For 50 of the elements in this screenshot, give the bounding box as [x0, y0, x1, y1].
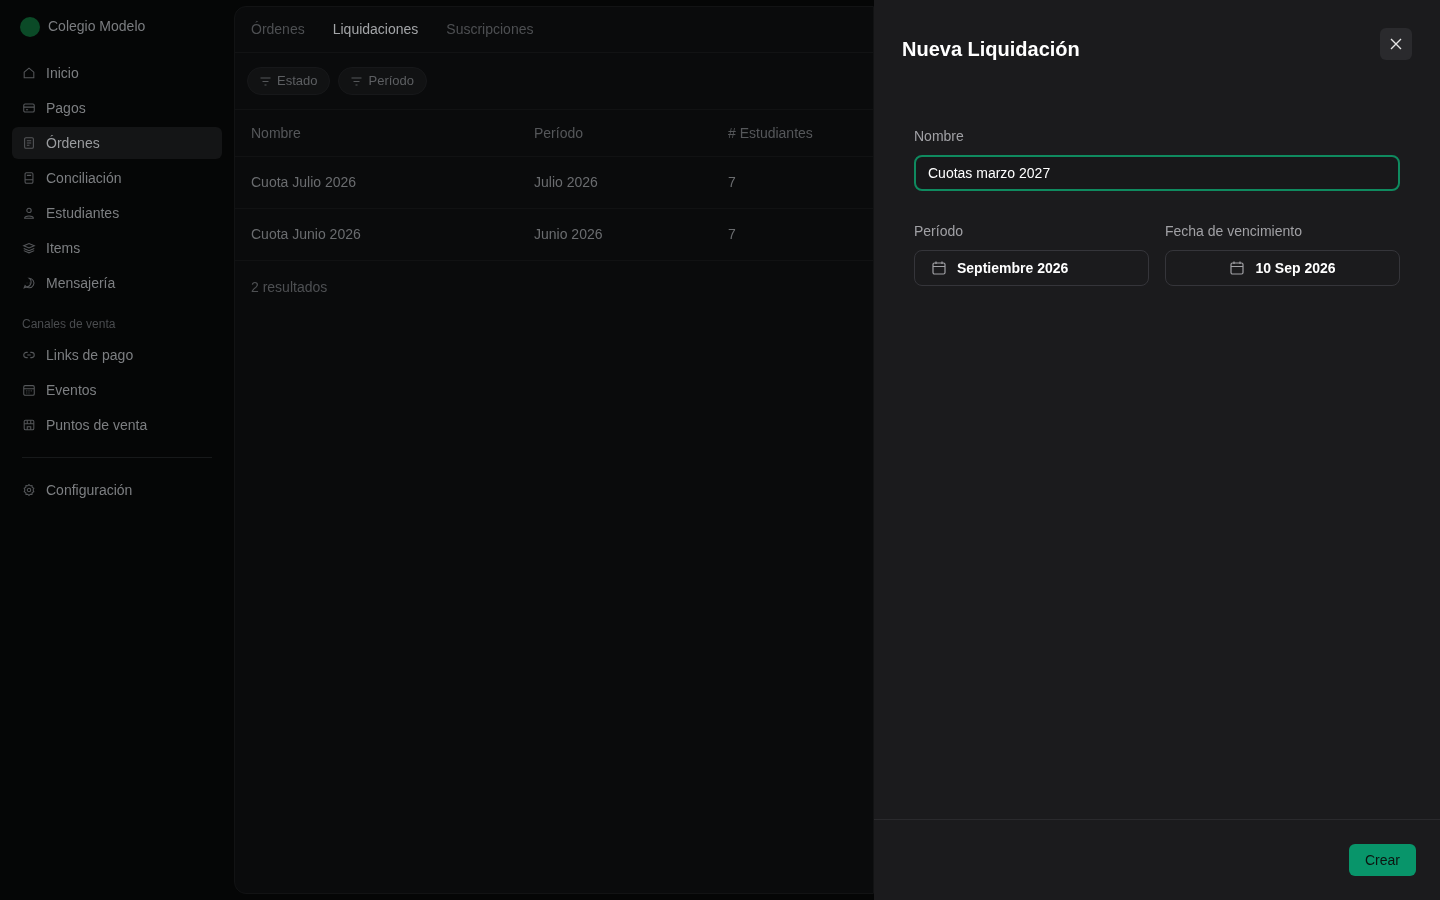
table-cell: 7	[728, 226, 736, 242]
filter-chip[interactable]: Período	[338, 67, 428, 95]
user-icon	[22, 206, 36, 220]
sidebar-item[interactable]: Items	[12, 232, 222, 264]
sidebar-item[interactable]: Inicio	[12, 57, 222, 89]
filter-icon	[351, 76, 363, 86]
calendar-icon	[1229, 260, 1246, 276]
calendar-icon	[931, 260, 947, 276]
sidebar-item[interactable]: Puntos de venta	[12, 409, 222, 441]
home-icon	[22, 66, 36, 80]
sidebar-item[interactable]: Configuración	[12, 474, 222, 506]
table-cell: Cuota Julio 2026	[251, 174, 357, 190]
table-cell: 7	[728, 174, 736, 190]
brand-name: Colegio Modelo	[48, 17, 146, 36]
result-count: 2 resultados	[250, 278, 329, 297]
period-picker[interactable]: Septiembre 2026	[914, 250, 1149, 286]
table-cell: Julio 2026	[534, 174, 598, 190]
document-icon	[22, 136, 36, 150]
column-header: Nombre	[251, 124, 301, 141]
store-icon	[22, 418, 36, 432]
sidebar-item[interactable]: Conciliación	[12, 162, 222, 194]
sidebar-item[interactable]: Pagos	[12, 92, 222, 124]
sidebar-item[interactable]: Eventos	[12, 374, 222, 406]
section-label: Canales de venta	[21, 316, 117, 333]
sidebar-item[interactable]: Mensajería	[12, 267, 222, 299]
column-header: # Estudiantes	[728, 124, 813, 141]
filter-icon	[260, 76, 271, 86]
field-label: Fecha de vencimiento	[1165, 222, 1303, 241]
receipt-icon	[22, 171, 36, 185]
close-button[interactable]	[1380, 28, 1412, 60]
date-picker[interactable]: 10 Sep 2026	[1165, 250, 1400, 286]
create-button[interactable]: Crear	[1349, 844, 1416, 876]
brand-logo-icon	[20, 16, 40, 37]
table-cell: Cuota Junio 2026	[251, 226, 361, 242]
calendar-icon	[22, 383, 36, 397]
field-label: Nombre	[914, 127, 965, 146]
close-icon	[1390, 38, 1402, 50]
dialog-title: Nueva Liquidación	[902, 37, 1080, 62]
sidebar-item[interactable]: Links de pago	[12, 339, 222, 371]
field-label: Período	[914, 222, 965, 241]
column-header: Período	[534, 124, 584, 141]
sidebar-item[interactable]: Órdenes	[12, 127, 222, 159]
table-cell: Junio 2026	[534, 226, 603, 242]
tab[interactable]: Liquidaciones	[332, 19, 419, 40]
name-input[interactable]: Cuotas marzo 2027	[914, 155, 1400, 191]
card-icon	[22, 101, 36, 115]
sidebar-item[interactable]: Estudiantes	[12, 197, 222, 229]
settings-icon	[22, 483, 36, 497]
stack-icon	[22, 241, 36, 255]
filter-chip[interactable]: Estado	[247, 67, 331, 95]
